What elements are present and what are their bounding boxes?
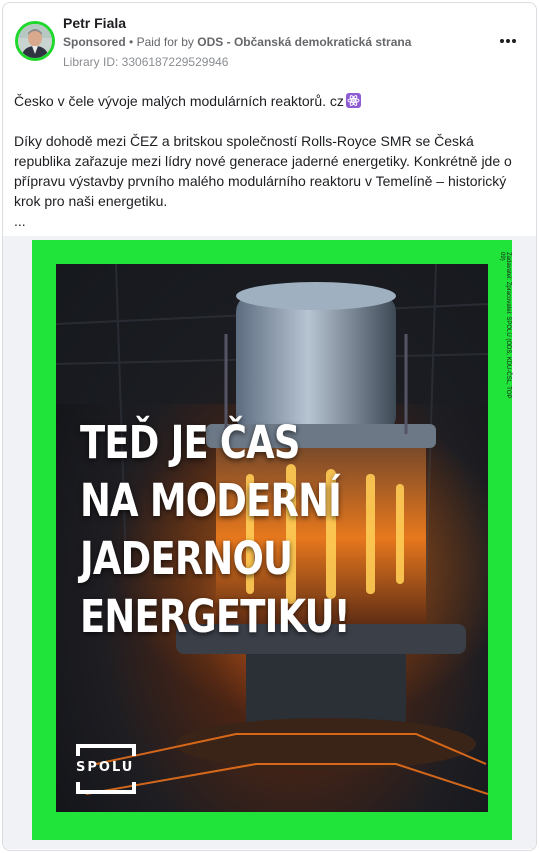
headline-line-3: JADERNOU: [80, 532, 293, 585]
post-line-1-text: Česko v čele vývoje malých modulárních r…: [14, 93, 344, 109]
post-line-1: Česko v čele vývoje malých modulárních r…: [14, 91, 529, 111]
author-avatar[interactable]: [15, 21, 55, 61]
more-dot: [512, 39, 517, 43]
post-header: Petr Fiala Sponsored • Paid for by ODS -…: [3, 3, 536, 83]
more-dot: [506, 39, 510, 43]
separator-dot: •: [129, 35, 137, 49]
paid-for-prefix: Paid for by: [136, 35, 194, 49]
ad-post-card: Petr Fiala Sponsored • Paid for by ODS -…: [2, 2, 537, 851]
ad-disclaimer: Zadavatel: Zpracovatel: SPOLU (ODS, KDU-…: [499, 252, 511, 399]
sponsored-line: Sponsored • Paid for by ODS - Občanská d…: [63, 35, 411, 49]
spolu-logo-text: SPOLU: [76, 760, 135, 775]
person-photo-icon: [18, 24, 52, 58]
library-id: Library ID: 3306187229529946: [63, 55, 229, 69]
headline-line-4: ENERGETIKU!: [80, 590, 351, 643]
paid-for-by-link[interactable]: ODS - Občanská demokratická strana: [197, 35, 411, 49]
spolu-logo: SPOLU: [74, 742, 138, 798]
more-options-button[interactable]: [496, 31, 520, 51]
see-more-ellipsis[interactable]: ...: [14, 211, 529, 231]
atom-emoji-icon: [345, 93, 361, 108]
sponsored-label: Sponsored: [63, 35, 126, 49]
ad-headline: TEĎ JE ČAS NA MODERNÍ JADERNOU ENERGETIK…: [80, 414, 351, 646]
post-paragraph: Díky dohodě mezi ČEZ a britskou společno…: [14, 133, 512, 209]
ad-media-area[interactable]: TEĎ JE ČAS NA MODERNÍ JADERNOU ENERGETIK…: [3, 236, 536, 849]
headline-line-2: NA MODERNÍ: [80, 474, 342, 527]
post-text: Česko v čele vývoje malých modulárních r…: [14, 91, 529, 231]
headline-line-1: TEĎ JE ČAS: [80, 416, 300, 469]
more-horizontal-icon: [499, 39, 504, 43]
author-name[interactable]: Petr Fiala: [63, 15, 126, 31]
ad-image-frame: TEĎ JE ČAS NA MODERNÍ JADERNOU ENERGETIK…: [32, 240, 512, 840]
ad-image: TEĎ JE ČAS NA MODERNÍ JADERNOU ENERGETIK…: [56, 264, 488, 812]
